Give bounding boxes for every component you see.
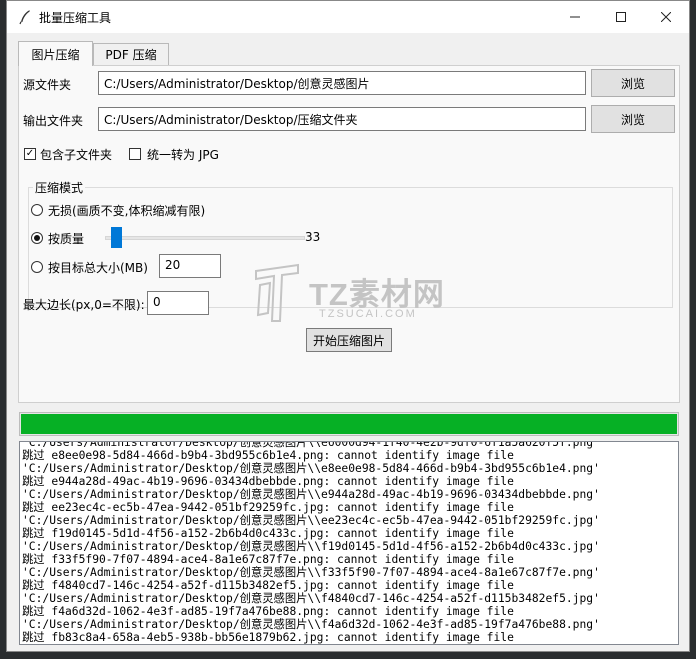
- log-line: 跳过 ee23ec4c-ec5b-47ea-9442-051bf29259fc.…: [22, 501, 514, 514]
- title-bar: 批量压缩工具: [7, 1, 689, 33]
- app-window: 批量压缩工具 图片压缩 PDF 压缩 源文件夹 C:/Users/Adminis…: [6, 0, 690, 652]
- log-line: 跳过 fb83c8a4-658a-4eb5-938b-bb56e1879b62.…: [22, 631, 514, 644]
- log-line: 跳过 f4840cd7-146c-4254-a52f-d115b3482ef5.…: [22, 579, 514, 592]
- minimize-button[interactable]: [552, 1, 598, 33]
- source-folder-input[interactable]: C:/Users/Administrator/Desktop/创意灵感图片: [98, 71, 586, 95]
- convert-jpg-checkbox[interactable]: [129, 148, 141, 160]
- target-size-input[interactable]: 20: [159, 254, 221, 278]
- target-size-radio[interactable]: [31, 261, 43, 273]
- lossless-radio[interactable]: [31, 204, 43, 216]
- compress-mode-label: 压缩模式: [33, 179, 86, 196]
- max-edge-label: 最大边长(px,0=不限):: [23, 298, 145, 312]
- log-line: 跳过 f4a6d32d-1062-4e3f-ad85-19f7a476be88.…: [22, 605, 514, 618]
- output-folder-label: 输出文件夹: [23, 114, 84, 128]
- quality-value: 33: [305, 230, 321, 244]
- max-edge-input[interactable]: 0: [147, 291, 209, 315]
- quality-slider-track[interactable]: [105, 236, 305, 240]
- tab-image-compress[interactable]: 图片压缩: [18, 41, 93, 66]
- close-icon: [661, 12, 671, 22]
- progress-fill: [21, 414, 677, 434]
- lossless-label: 无损(画质不变,体积缩减有限): [48, 204, 206, 218]
- output-browse-button[interactable]: 浏览: [591, 105, 675, 133]
- feather-icon: [19, 10, 30, 25]
- maximize-icon: [616, 12, 626, 22]
- log-line: 'C:/Users/Administrator/Desktop/创意灵感图片\\…: [22, 514, 600, 527]
- convert-jpg-label: 统一转为 JPG: [147, 148, 219, 162]
- quality-slider-handle[interactable]: [111, 227, 122, 248]
- source-browse-button[interactable]: 浏览: [591, 69, 675, 97]
- quality-radio[interactable]: [31, 232, 43, 244]
- log-lines: 'C:/Users/Administrator/Desktop/创意灵感图片\\…: [22, 441, 678, 644]
- log-line: 'C:/Users/Administrator/Desktop/创意灵感图片\\…: [22, 592, 600, 605]
- start-compress-button[interactable]: 开始压缩图片: [306, 328, 392, 352]
- log-line: 'C:/Users/Administrator/Desktop/创意灵感图片\\…: [22, 540, 600, 553]
- quality-label: 按质量: [48, 232, 85, 246]
- log-line: 跳过 e8ee0e98-5d84-466d-b9b4-3bd955c6b1e4.…: [22, 449, 514, 462]
- include-subfolders-label: 包含子文件夹: [40, 148, 113, 162]
- log-line: 'C:/Users/Administrator/Desktop/创意灵感图片\\…: [22, 566, 600, 579]
- log-line: 'C:/Users/Administrator/Desktop/创意灵感图片\\…: [22, 488, 600, 501]
- log-line: 跳过 e944a28d-49ac-4b19-9696-03434dbebbde.…: [22, 475, 514, 488]
- log-output[interactable]: 'C:/Users/Administrator/Desktop/创意灵感图片\\…: [19, 441, 679, 645]
- window-title: 批量压缩工具: [39, 11, 112, 25]
- close-button[interactable]: [643, 1, 689, 33]
- log-line: 'C:/Users/Administrator/Desktop/创意灵感图片\\…: [22, 441, 600, 449]
- include-subfolders-checkbox[interactable]: ✓: [24, 148, 36, 160]
- image-compress-panel: 源文件夹 C:/Users/Administrator/Desktop/创意灵感…: [18, 65, 680, 403]
- log-line: 跳过 f19d0145-5d1d-4f56-a152-2b6b4d0c433c.…: [22, 527, 514, 540]
- tab-pdf-compress[interactable]: PDF 压缩: [93, 43, 169, 65]
- output-folder-input[interactable]: C:/Users/Administrator/Desktop/压缩文件夹: [98, 107, 586, 131]
- progress-bar: [19, 412, 679, 436]
- log-line: 'C:/Users/Administrator/Desktop/创意灵感图片\\…: [22, 618, 600, 631]
- minimize-icon: [570, 16, 580, 18]
- maximize-button[interactable]: [598, 1, 644, 33]
- target-size-label: 按目标总大小(MB): [48, 261, 148, 275]
- log-line: 'C:/Users/Administrator/Desktop/创意灵感图片\\…: [22, 462, 600, 475]
- source-folder-label: 源文件夹: [23, 78, 72, 92]
- log-line: 跳过 f33f5f90-7f07-4894-ace4-8a1e67c87f7e.…: [22, 553, 514, 566]
